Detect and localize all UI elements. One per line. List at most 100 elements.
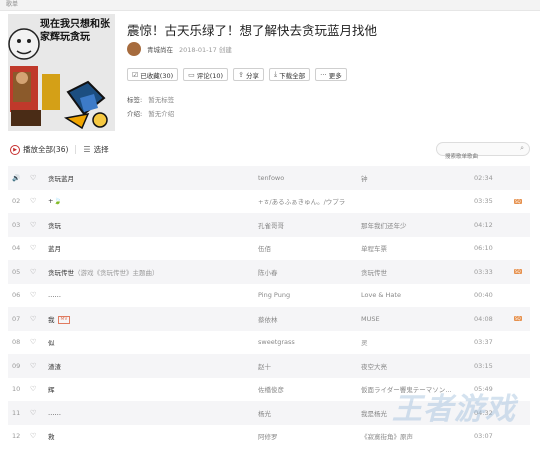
song-row[interactable]: 🔊 ♡ 贪玩蓝月 tenfowo 钟 02:34 — [8, 166, 530, 190]
select-label: 选择 — [93, 145, 109, 154]
creator-name[interactable]: 青城尚在 — [147, 44, 173, 54]
song-artist[interactable]: 蔡依林 — [258, 314, 278, 324]
song-artist[interactable]: 阿修罗 — [258, 431, 278, 441]
heart-icon[interactable]: ♡ — [30, 362, 44, 370]
song-title-cell: …… — [48, 409, 61, 417]
song-duration: 03:15 — [474, 361, 493, 370]
song-title[interactable]: 辉 — [48, 386, 55, 394]
heart-icon[interactable]: ♡ — [30, 315, 44, 323]
heart-icon[interactable]: ♡ — [30, 385, 44, 393]
download-icon: ⤓ — [273, 70, 278, 78]
created-date: 2018-01-17 创建 — [179, 46, 232, 54]
creator-avatar[interactable] — [127, 42, 141, 56]
search-icon[interactable]: ⌕ — [520, 144, 524, 153]
playing-speaker-icon: 🔊 — [12, 173, 21, 182]
song-album[interactable]: 我是杨光 — [361, 408, 387, 418]
playlist-title: 震惊！古天乐绿了！想了解快去贪玩蓝月找他 — [127, 23, 378, 38]
play-all-button[interactable]: ▶ 播放全部(36) — [10, 144, 68, 155]
share-button[interactable]: ⇪ 分享 — [233, 68, 264, 81]
play-circle-icon: ▶ — [10, 144, 20, 155]
song-artist[interactable]: +ㅎ/あるふぁきゅん。/ウプラ — [258, 196, 345, 206]
song-album[interactable]: 《寂寞街角》原声 — [361, 431, 413, 441]
song-album[interactable]: MUSE — [361, 315, 380, 323]
share-label: 分享 — [245, 71, 259, 80]
song-search-input[interactable] — [437, 151, 523, 163]
tags-label: 标签: — [127, 96, 143, 104]
song-title[interactable]: 蓝月 — [48, 245, 61, 253]
song-number: 11 — [12, 408, 21, 417]
heart-icon[interactable]: ♡ — [30, 221, 44, 229]
song-row[interactable]: 08 ♡ 似 sweetgrass 灵 03:37 — [8, 331, 530, 355]
song-artist[interactable]: 佐橋俊彦 — [258, 384, 284, 394]
list-icon: ☰ — [83, 145, 91, 154]
song-title[interactable]: 贪玩蓝月 — [48, 175, 74, 183]
song-artist[interactable]: 杨光 — [258, 408, 271, 418]
more-button[interactable]: ··· 更多 — [315, 68, 347, 81]
song-duration: 06:10 — [474, 244, 493, 253]
song-duration: 04:12 — [474, 220, 493, 229]
song-number: 08 — [12, 338, 21, 347]
song-number: 12 — [12, 432, 21, 441]
song-duration: 03:33 — [474, 267, 493, 276]
song-title[interactable]: 渣渣 — [48, 363, 61, 371]
song-row[interactable]: 12 ♡ 救 阿修罗 《寂寞街角》原声 03:07 — [8, 425, 530, 449]
song-title[interactable]: …… — [48, 291, 61, 299]
collect-label: 已收藏(30) — [140, 71, 174, 80]
song-number: 05 — [12, 267, 21, 276]
song-title[interactable]: 贪玩 — [48, 222, 61, 230]
song-subtitle: （游戏《贪玩传世》主题曲） — [74, 268, 159, 277]
heart-icon[interactable]: ♡ — [30, 338, 44, 346]
song-artist[interactable]: 赵十 — [258, 361, 271, 371]
comment-button[interactable]: ▭ 评论(10) — [183, 68, 229, 81]
song-album[interactable]: 灵 — [361, 337, 368, 347]
song-title-cell: 贪玩 — [48, 220, 61, 230]
song-album[interactable]: 钟 — [361, 173, 368, 183]
song-number: 09 — [12, 361, 21, 370]
song-album[interactable]: 单程车票 — [361, 243, 387, 253]
heart-icon[interactable]: ♡ — [30, 244, 44, 252]
heart-icon[interactable]: ♡ — [30, 268, 44, 276]
select-button[interactable]: ☰ 选择 — [83, 144, 108, 155]
song-artist[interactable]: 伍佰 — [258, 243, 271, 253]
song-artist[interactable]: 孔雀哥哥 — [258, 220, 284, 230]
song-row[interactable]: 06 ♡ …… Ping Pung Love & Hate 00:40 — [8, 284, 530, 308]
song-row[interactable]: 07 ♡ 我 MV 蔡依林 MUSE 04:08 SQ — [8, 307, 530, 331]
song-artist[interactable]: 陈小春 — [258, 267, 278, 277]
song-artist[interactable]: Ping Pung — [258, 291, 290, 299]
song-row[interactable]: 03 ♡ 贪玩 孔雀哥哥 那年我们还年少 04:12 — [8, 213, 530, 237]
song-artist[interactable]: sweetgrass — [258, 338, 295, 346]
heart-icon[interactable]: ♡ — [30, 409, 44, 417]
folder-check-icon: ☑ — [132, 70, 139, 79]
mv-badge[interactable]: MV — [57, 315, 71, 324]
song-row[interactable]: 09 ♡ 渣渣 赵十 夜空大亮 03:15 — [8, 354, 530, 378]
song-row[interactable]: 05 ♡ 贪玩传世（游戏《贪玩传世》主题曲） 陈小春 贪玩传世 03:33 SQ — [8, 260, 530, 284]
song-duration: 00:40 — [474, 291, 493, 300]
song-title[interactable]: 救 — [48, 433, 55, 441]
playlist-cover[interactable]: 现在我只想和张家辉玩贪玩 — [8, 14, 115, 131]
song-album[interactable]: Love & Hate — [361, 291, 401, 299]
heart-icon[interactable]: ♡ — [30, 197, 44, 205]
song-title[interactable]: +🍃 — [48, 197, 62, 205]
song-title[interactable]: …… — [48, 409, 61, 417]
song-album[interactable]: 贪玩传世 — [361, 267, 387, 277]
heart-icon[interactable]: ♡ — [30, 174, 44, 182]
comment-icon: ▭ — [188, 70, 195, 79]
playlist-action-buttons: ☑ 已收藏(30) ▭ 评论(10) ⇪ 分享 ⤓ 下载全部 ··· 更多 — [127, 68, 352, 81]
heart-icon[interactable]: ♡ — [30, 291, 44, 299]
song-album[interactable]: 那年我们还年少 — [361, 220, 407, 230]
creator-info: 青城尚在 2018-01-17 创建 — [127, 41, 232, 57]
song-row[interactable]: 04 ♡ 蓝月 伍佰 单程车票 06:10 — [8, 237, 530, 261]
song-duration: 03:37 — [474, 338, 493, 347]
heart-icon[interactable]: ♡ — [30, 432, 44, 440]
download-all-button[interactable]: ⤓ 下载全部 — [268, 68, 311, 81]
song-number: 02 — [12, 197, 21, 206]
song-title[interactable]: 我 — [48, 316, 55, 324]
song-duration: 02:34 — [474, 173, 493, 182]
collect-button[interactable]: ☑ 已收藏(30) — [127, 68, 179, 81]
divider — [75, 145, 77, 154]
song-album[interactable]: 夜空大亮 — [361, 361, 387, 371]
song-title[interactable]: 贪玩传世 — [48, 269, 74, 277]
song-artist[interactable]: tenfowo — [258, 174, 284, 182]
song-title[interactable]: 似 — [48, 339, 55, 347]
song-row[interactable]: 02 ♡ +🍃 +ㅎ/あるふぁきゅん。/ウプラ 03:35 SQ — [8, 190, 530, 214]
